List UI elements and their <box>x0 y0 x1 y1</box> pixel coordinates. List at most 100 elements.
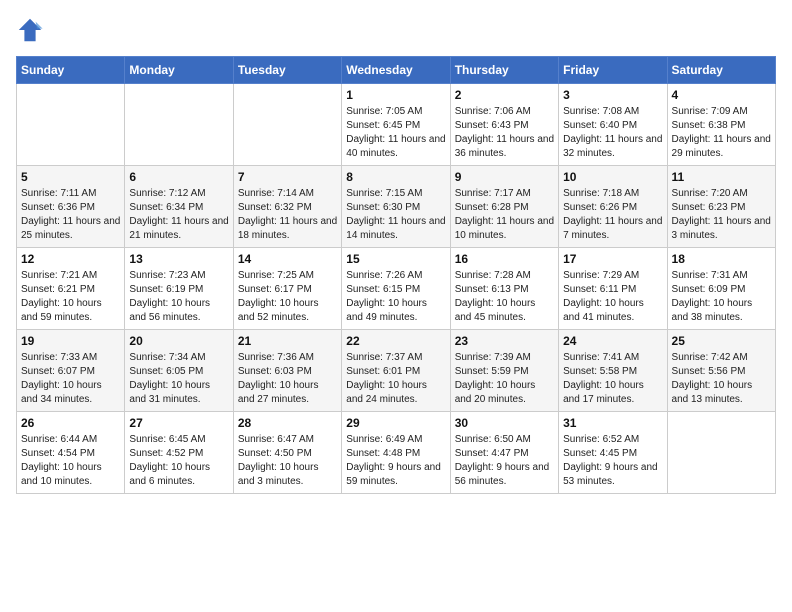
calendar-week-row: 12 Sunrise: 7:21 AM Sunset: 6:21 PM Dayli… <box>17 248 776 330</box>
calendar-cell: 18Sunrise: 7:31 AM Sunset: 6:09 PM Dayli… <box>667 248 775 330</box>
day-number: 20 <box>129 334 228 348</box>
weekday-header-row: SundayMondayTuesdayWednesdayThursdayFrid… <box>17 57 776 84</box>
day-info: Sunrise: 7:15 AM Sunset: 6:30 PM Dayligh… <box>346 187 445 243</box>
weekday-header-friday: Friday <box>559 57 667 84</box>
calendar-table: SundayMondayTuesdayWednesdayThursdayFrid… <box>16 56 776 494</box>
day-info: Sunrise: 7:28 AM Sunset: 6:13 PM Dayligh… <box>455 269 554 325</box>
day-number: 3 <box>563 88 662 102</box>
day-info: Sunrise: 6:47 AM Sunset: 4:50 PM Dayligh… <box>238 433 337 489</box>
day-info: Sunrise: 7:21 AM Sunset: 6:21 PM Dayligh… <box>21 269 120 325</box>
day-number: 28 <box>238 416 337 430</box>
weekday-header-wednesday: Wednesday <box>342 57 450 84</box>
day-info: Sunrise: 7:36 AM Sunset: 6:03 PM Dayligh… <box>238 351 337 407</box>
day-info: Sunrise: 7:41 AM Sunset: 5:58 PM Dayligh… <box>563 351 662 407</box>
day-info: Sunrise: 7:11 AM Sunset: 6:36 PM Dayligh… <box>21 187 120 243</box>
day-info: Sunrise: 7:09 AM Sunset: 6:38 PM Dayligh… <box>672 105 771 161</box>
day-number: 23 <box>455 334 554 348</box>
calendar-cell: 19Sunrise: 7:33 AM Sunset: 6:07 PM Dayli… <box>17 330 125 412</box>
day-number: 1 <box>346 88 445 102</box>
day-info: Sunrise: 6:50 AM Sunset: 4:47 PM Dayligh… <box>455 433 554 489</box>
calendar-cell: 2Sunrise: 7:06 AM Sunset: 6:43 PM Daylig… <box>450 84 558 166</box>
calendar-cell: 16 Sunrise: 7:28 AM Sunset: 6:13 PM Dayli… <box>450 248 558 330</box>
day-number: 10 <box>563 170 662 184</box>
day-number: 27 <box>129 416 228 430</box>
day-info: Sunrise: 7:17 AM Sunset: 6:28 PM Dayligh… <box>455 187 554 243</box>
calendar-cell <box>125 84 233 166</box>
weekday-header-monday: Monday <box>125 57 233 84</box>
calendar-cell: 26Sunrise: 6:44 AM Sunset: 4:54 PM Dayli… <box>17 412 125 494</box>
calendar-cell: 27 Sunrise: 6:45 AM Sunset: 4:52 PM Dayli… <box>125 412 233 494</box>
calendar-cell: 12 Sunrise: 7:21 AM Sunset: 6:21 PM Dayli… <box>17 248 125 330</box>
day-number: 8 <box>346 170 445 184</box>
day-number: 15 <box>346 252 445 266</box>
day-info: Sunrise: 7:08 AM Sunset: 6:40 PM Dayligh… <box>563 105 662 161</box>
calendar-cell: 29 Sunrise: 6:49 AM Sunset: 4:48 PM Dayli… <box>342 412 450 494</box>
day-info: Sunrise: 7:23 AM Sunset: 6:19 PM Dayligh… <box>129 269 228 325</box>
day-number: 25 <box>672 334 771 348</box>
day-number: 7 <box>238 170 337 184</box>
calendar-cell: 7Sunrise: 7:14 AM Sunset: 6:32 PM Daylig… <box>233 166 341 248</box>
day-number: 17 <box>563 252 662 266</box>
day-number: 4 <box>672 88 771 102</box>
calendar-week-row: 1 Sunrise: 7:05 AM Sunset: 6:45 PM Daylig… <box>17 84 776 166</box>
calendar-cell <box>17 84 125 166</box>
calendar-cell: 24 Sunrise: 7:41 AM Sunset: 5:58 PM Dayli… <box>559 330 667 412</box>
calendar-week-row: 5 Sunrise: 7:11 AM Sunset: 6:36 PM Daylig… <box>17 166 776 248</box>
day-info: Sunrise: 7:31 AM Sunset: 6:09 PM Dayligh… <box>672 269 771 325</box>
day-number: 19 <box>21 334 120 348</box>
weekday-header-saturday: Saturday <box>667 57 775 84</box>
day-info: Sunrise: 7:29 AM Sunset: 6:11 PM Dayligh… <box>563 269 662 325</box>
day-number: 12 <box>21 252 120 266</box>
logo-icon <box>16 16 44 44</box>
weekday-header-tuesday: Tuesday <box>233 57 341 84</box>
calendar-cell: 10 Sunrise: 7:18 AM Sunset: 6:26 PM Dayli… <box>559 166 667 248</box>
calendar-cell: 14Sunrise: 7:25 AM Sunset: 6:17 PM Dayli… <box>233 248 341 330</box>
calendar-cell <box>667 412 775 494</box>
day-info: Sunrise: 7:34 AM Sunset: 6:05 PM Dayligh… <box>129 351 228 407</box>
calendar-cell: 25 Sunrise: 7:42 AM Sunset: 5:56 PM Dayli… <box>667 330 775 412</box>
calendar-cell: 22 Sunrise: 7:37 AM Sunset: 6:01 PM Dayli… <box>342 330 450 412</box>
calendar-week-row: 26Sunrise: 6:44 AM Sunset: 4:54 PM Dayli… <box>17 412 776 494</box>
day-info: Sunrise: 7:39 AM Sunset: 5:59 PM Dayligh… <box>455 351 554 407</box>
day-number: 6 <box>129 170 228 184</box>
day-number: 9 <box>455 170 554 184</box>
calendar-cell: 20 Sunrise: 7:34 AM Sunset: 6:05 PM Dayli… <box>125 330 233 412</box>
calendar-cell: 13 Sunrise: 7:23 AM Sunset: 6:19 PM Dayli… <box>125 248 233 330</box>
day-number: 5 <box>21 170 120 184</box>
day-info: Sunrise: 6:52 AM Sunset: 4:45 PM Dayligh… <box>563 433 662 489</box>
weekday-header-thursday: Thursday <box>450 57 558 84</box>
calendar-cell: 6 Sunrise: 7:12 AM Sunset: 6:34 PM Daylig… <box>125 166 233 248</box>
calendar-cell: 31 Sunrise: 6:52 AM Sunset: 4:45 PM Dayli… <box>559 412 667 494</box>
day-number: 22 <box>346 334 445 348</box>
day-number: 21 <box>238 334 337 348</box>
calendar-cell: 1 Sunrise: 7:05 AM Sunset: 6:45 PM Daylig… <box>342 84 450 166</box>
day-info: Sunrise: 7:26 AM Sunset: 6:15 PM Dayligh… <box>346 269 445 325</box>
calendar-cell <box>233 84 341 166</box>
day-info: Sunrise: 7:20 AM Sunset: 6:23 PM Dayligh… <box>672 187 771 243</box>
calendar-cell: 30Sunrise: 6:50 AM Sunset: 4:47 PM Dayli… <box>450 412 558 494</box>
day-info: Sunrise: 7:37 AM Sunset: 6:01 PM Dayligh… <box>346 351 445 407</box>
day-number: 31 <box>563 416 662 430</box>
calendar-cell: 21 Sunrise: 7:36 AM Sunset: 6:03 PM Dayli… <box>233 330 341 412</box>
page-header <box>16 16 776 44</box>
day-number: 16 <box>455 252 554 266</box>
calendar-cell: 11 Sunrise: 7:20 AM Sunset: 6:23 PM Dayli… <box>667 166 775 248</box>
day-info: Sunrise: 7:42 AM Sunset: 5:56 PM Dayligh… <box>672 351 771 407</box>
calendar-week-row: 19Sunrise: 7:33 AM Sunset: 6:07 PM Dayli… <box>17 330 776 412</box>
day-info: Sunrise: 7:18 AM Sunset: 6:26 PM Dayligh… <box>563 187 662 243</box>
day-info: Sunrise: 7:05 AM Sunset: 6:45 PM Dayligh… <box>346 105 445 161</box>
day-number: 11 <box>672 170 771 184</box>
calendar-cell: 8 Sunrise: 7:15 AM Sunset: 6:30 PM Daylig… <box>342 166 450 248</box>
day-info: Sunrise: 6:45 AM Sunset: 4:52 PM Dayligh… <box>129 433 228 489</box>
calendar-cell: 3 Sunrise: 7:08 AM Sunset: 6:40 PM Daylig… <box>559 84 667 166</box>
calendar-cell: 23 Sunrise: 7:39 AM Sunset: 5:59 PM Dayli… <box>450 330 558 412</box>
day-info: Sunrise: 6:49 AM Sunset: 4:48 PM Dayligh… <box>346 433 445 489</box>
calendar-cell: 5 Sunrise: 7:11 AM Sunset: 6:36 PM Daylig… <box>17 166 125 248</box>
calendar-cell: 9 Sunrise: 7:17 AM Sunset: 6:28 PM Daylig… <box>450 166 558 248</box>
day-number: 24 <box>563 334 662 348</box>
day-number: 29 <box>346 416 445 430</box>
day-info: Sunrise: 7:12 AM Sunset: 6:34 PM Dayligh… <box>129 187 228 243</box>
day-info: Sunrise: 7:25 AM Sunset: 6:17 PM Dayligh… <box>238 269 337 325</box>
day-number: 13 <box>129 252 228 266</box>
day-number: 26 <box>21 416 120 430</box>
